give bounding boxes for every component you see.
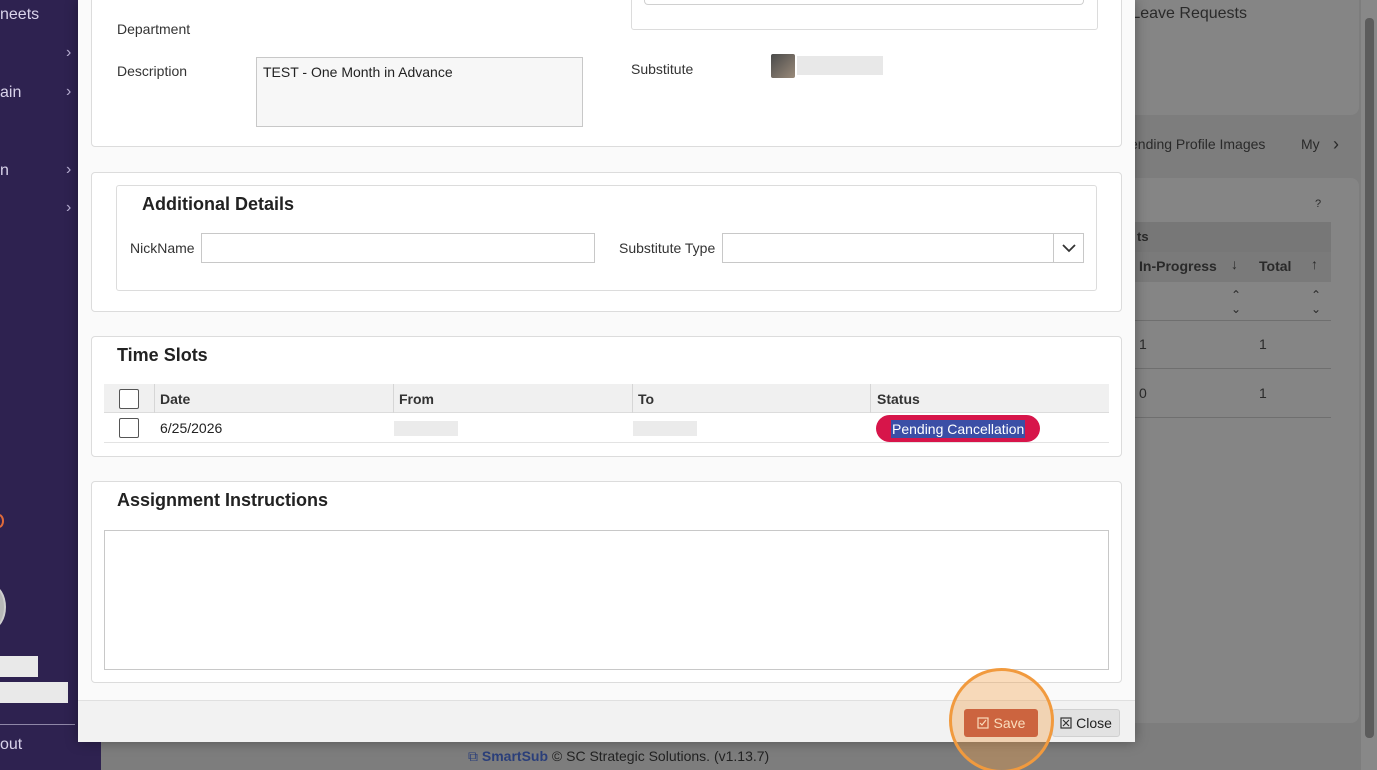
status-badge: Pending Cancellation	[876, 415, 1041, 442]
chevron-down-icon[interactable]	[1053, 234, 1083, 262]
table-row[interactable]: 6/25/2026 Pending Cancellation	[104, 413, 1109, 443]
tab-pending-profile-images[interactable]: ending Profile Images	[1130, 136, 1265, 152]
substitute-type-select[interactable]	[722, 233, 1084, 263]
col-to[interactable]: To	[638, 391, 654, 407]
col-total[interactable]: Total	[1259, 258, 1291, 274]
close-label: Close	[1076, 715, 1112, 731]
row-checkbox[interactable]	[119, 418, 139, 438]
description-label: Description	[117, 63, 188, 79]
user-role-redacted	[0, 682, 68, 703]
select-all-checkbox[interactable]	[119, 389, 139, 409]
avatar	[0, 585, 6, 629]
chevron-right-icon[interactable]: ›	[66, 44, 71, 62]
row-date: 6/25/2026	[160, 420, 223, 436]
row-divider	[1135, 368, 1331, 369]
filter-stepper-icon[interactable]: ⌃ ⌄	[1231, 288, 1241, 316]
substitute-label: Substitute	[631, 61, 694, 77]
column-separator	[393, 384, 394, 413]
smartsub-logo-icon: ⧉	[468, 748, 478, 764]
column-separator	[154, 384, 155, 413]
substitute-avatar	[771, 54, 795, 78]
assignment-instructions-heading: Assignment Instructions	[117, 490, 329, 510]
nickname-input[interactable]	[201, 233, 595, 263]
card-title: g Leave Requests	[1118, 5, 1247, 22]
close-button[interactable]: Close	[1052, 709, 1120, 737]
scrollbar-thumb[interactable]	[1365, 18, 1374, 738]
row-1-total: 1	[1259, 336, 1267, 352]
table-group-header	[1135, 222, 1331, 252]
col-from[interactable]: From	[399, 391, 434, 407]
row-divider	[1135, 320, 1331, 321]
page-scrollbar[interactable]	[1361, 0, 1377, 770]
filter-stepper-icon[interactable]: ⌃ ⌄	[1311, 288, 1321, 316]
save-button[interactable]: Save	[964, 709, 1038, 737]
additional-details-group: Additional Details NickName Substitute T…	[116, 185, 1097, 291]
details-section: Department Description TEST - One Month …	[91, 0, 1122, 147]
row-divider	[1135, 417, 1331, 418]
description-field[interactable]: TEST - One Month in Advance	[256, 57, 583, 127]
dialog-footer: Save Close	[78, 700, 1135, 742]
sidebar-divider	[0, 724, 75, 725]
sidebar-item-timesheets[interactable]: neets	[0, 6, 39, 24]
app-footer: ⧉ SmartSub © SC Strategic Solutions. (v1…	[468, 748, 769, 765]
assignment-instructions-section: Assignment Instructions	[91, 481, 1122, 683]
additional-details-section: Additional Details NickName Substitute T…	[91, 172, 1122, 312]
col-in-progress[interactable]: In-Progress	[1139, 258, 1217, 274]
upper-field-group	[631, 0, 1098, 30]
chevron-right-icon[interactable]: ›	[66, 199, 71, 217]
logout-link[interactable]: out	[0, 736, 22, 754]
chevron-right-icon[interactable]: ›	[66, 161, 71, 179]
save-label: Save	[993, 715, 1026, 731]
row-from-redacted	[394, 421, 458, 436]
leave-request-dialog: Department Description TEST - One Month …	[78, 0, 1135, 742]
sidebar-item-admin[interactable]: ain	[0, 84, 21, 102]
substitute-name-redacted	[797, 56, 883, 75]
substitute-type-label: Substitute Type	[619, 240, 716, 256]
help-icon[interactable]: ?	[1315, 198, 1321, 210]
sort-up-icon[interactable]: ↑	[1311, 256, 1318, 272]
upper-field[interactable]	[644, 0, 1084, 5]
column-separator	[870, 384, 871, 413]
chevron-right-icon[interactable]: ›	[1333, 134, 1339, 155]
assignment-instructions-editor[interactable]	[104, 530, 1109, 670]
footer-copyright: © SC Strategic Solutions. (v1.13.7)	[551, 748, 770, 764]
close-icon	[1060, 717, 1072, 729]
time-slots-grid-header: Date From To Status	[104, 384, 1109, 413]
user-name-redacted	[0, 656, 38, 677]
footer-brand: SmartSub	[481, 748, 549, 764]
status-text: Pending Cancellation	[891, 419, 1026, 438]
col-status[interactable]: Status	[877, 391, 920, 407]
tab-my[interactable]: My	[1301, 136, 1320, 152]
additional-details-heading: Additional Details	[142, 194, 295, 214]
col-date[interactable]: Date	[160, 391, 190, 407]
notification-icon	[0, 514, 4, 528]
row-1-in-progress: 1	[1139, 336, 1147, 352]
time-slots-heading: Time Slots	[117, 345, 208, 365]
sidebar-item-n[interactable]: n	[0, 162, 9, 180]
nickname-label: NickName	[130, 240, 195, 256]
column-separator	[632, 384, 633, 413]
sort-down-icon[interactable]: ↓	[1231, 256, 1238, 272]
department-label: Department	[117, 21, 191, 37]
chevron-right-icon[interactable]: ›	[66, 83, 71, 101]
row-to-redacted	[633, 421, 697, 436]
row-2-total: 1	[1259, 385, 1267, 401]
time-slots-section: Time Slots Date From To Status 6/25/2026…	[91, 336, 1122, 457]
table-group-label: ts	[1137, 229, 1149, 244]
row-2-in-progress: 0	[1139, 385, 1147, 401]
save-icon	[976, 717, 989, 729]
